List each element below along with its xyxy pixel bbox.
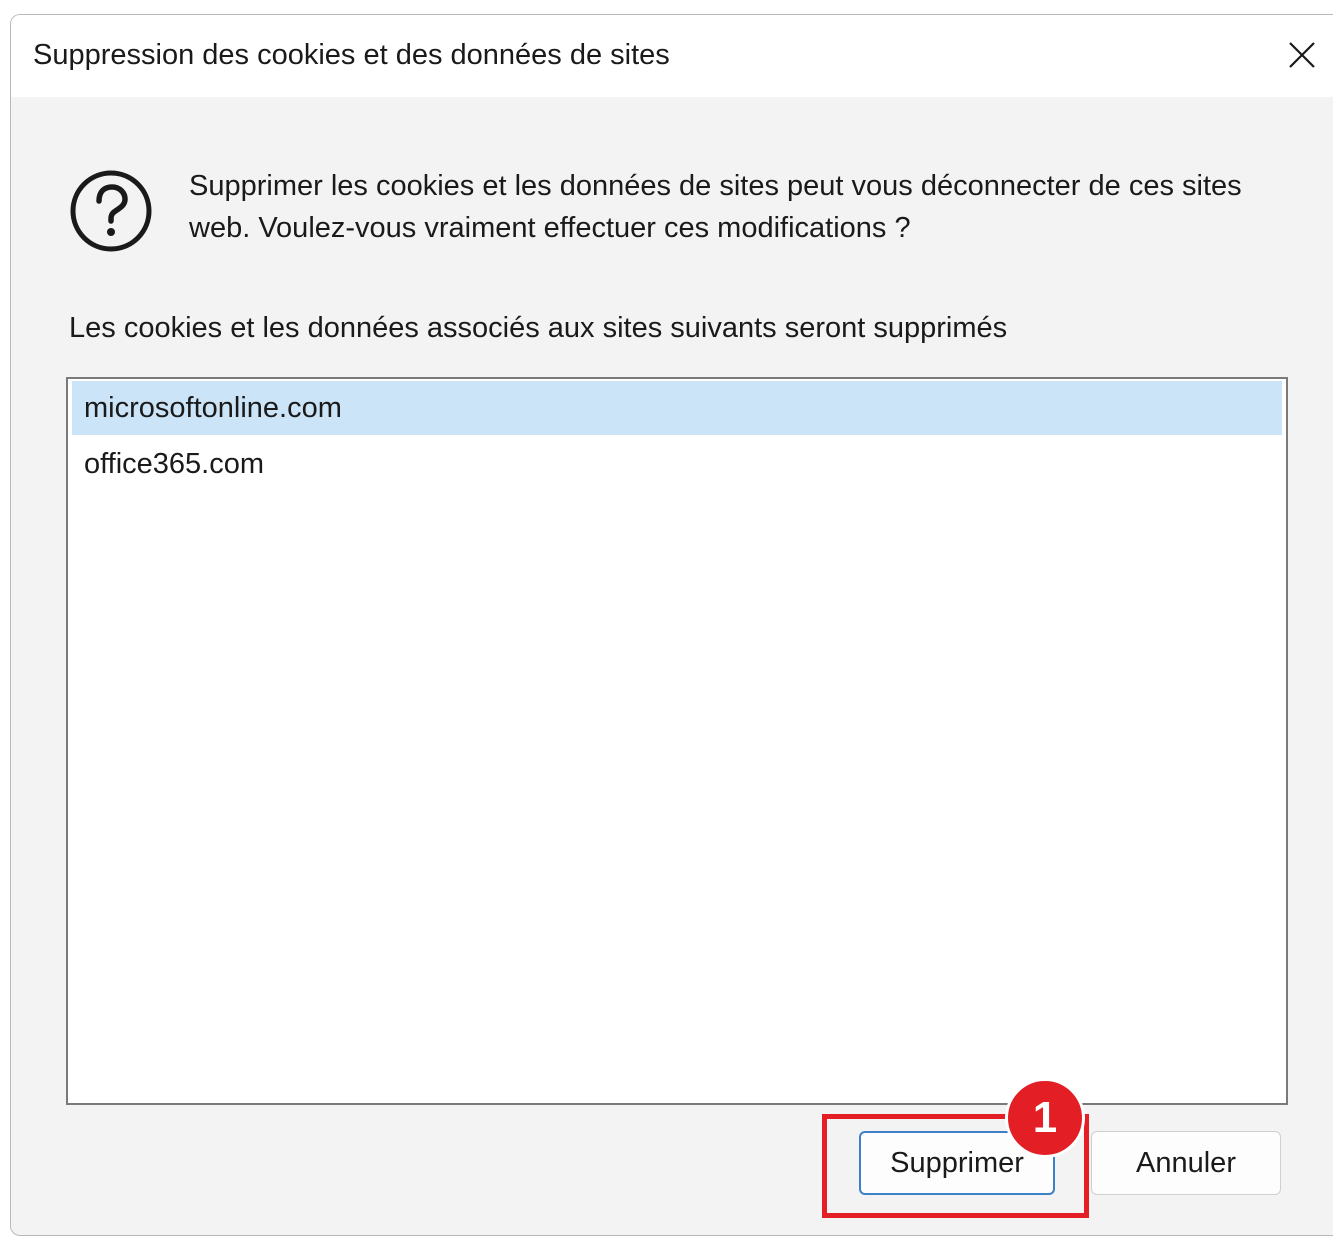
delete-cookies-dialog: Suppression des cookies et des données d… xyxy=(10,14,1333,1236)
site-list[interactable]: microsoftonline.com office365.com xyxy=(66,377,1288,1105)
site-list-caption: Les cookies et les données associés aux … xyxy=(69,312,1008,344)
cancel-button[interactable]: Annuler xyxy=(1091,1131,1281,1195)
site-list-item-office365[interactable]: office365.com xyxy=(72,437,1282,491)
confirmation-message: Supprimer les cookies et les données de … xyxy=(189,170,1242,244)
site-list-item-microsoftonline[interactable]: microsoftonline.com xyxy=(72,381,1282,435)
annotation-step-badge: 1 xyxy=(1005,1078,1085,1158)
close-icon xyxy=(1289,42,1315,68)
dialog-titlebar: Suppression des cookies et des données d… xyxy=(11,15,1333,97)
question-icon xyxy=(70,170,152,252)
close-button[interactable] xyxy=(1278,31,1326,79)
dialog-title: Suppression des cookies et des données d… xyxy=(33,39,670,71)
